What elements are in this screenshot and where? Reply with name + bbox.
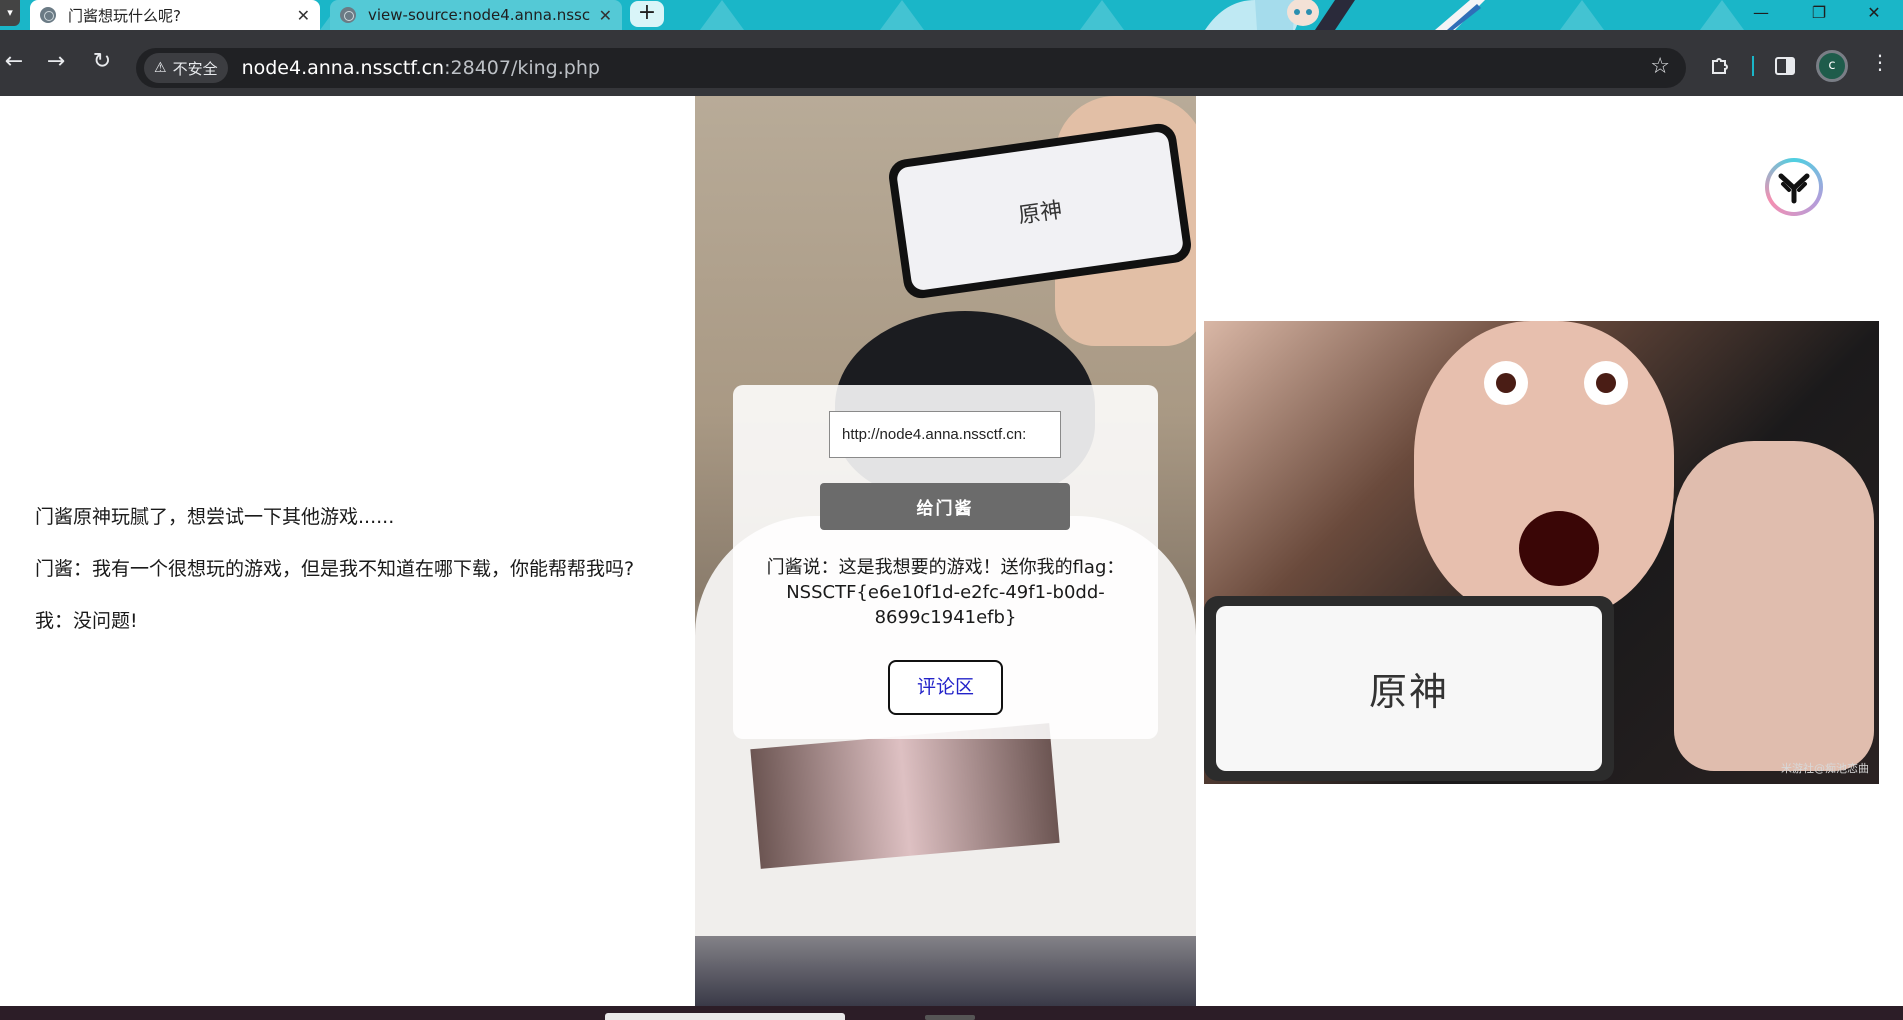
meme-thumb — [1674, 441, 1874, 771]
new-tab-button[interactable]: + — [630, 1, 664, 27]
meme-photo: 原神 米游社@痴池恋曲 — [1204, 321, 1879, 784]
forward-button[interactable]: → — [38, 44, 74, 80]
story-line: 我：没问题! — [35, 610, 138, 632]
tab-close-icon[interactable]: ✕ — [297, 6, 310, 25]
tab-active[interactable]: 门酱想玩什么呢? ✕ — [30, 0, 320, 30]
tab-close-icon[interactable]: ✕ — [599, 6, 612, 25]
meme-phone-logo: 原神 — [1216, 606, 1602, 771]
tab-strip: ▾ 门酱想玩什么呢? ✕ view-source:node4.anna.nssc… — [0, 0, 1903, 30]
taskbar-strip — [0, 1006, 1903, 1020]
game-form-card: 给门酱 门酱说：这是我想要的游戏！送你我的flag：NSSCTF{e6e10f1… — [733, 385, 1158, 739]
logo-mark-icon — [1778, 173, 1810, 204]
side-panel-icon[interactable] — [1774, 55, 1796, 77]
minimize-button[interactable]: — — [1732, 0, 1790, 30]
meme-mouth — [1519, 511, 1599, 586]
page-content: 门酱原神玩腻了，想尝试一下其他游戏...... 门酱：我有一个很想玩的游戏，但是… — [0, 96, 1903, 1006]
warning-icon: ⚠ — [154, 60, 167, 76]
extensions-puzzle-icon[interactable] — [1708, 54, 1732, 78]
tab-view-source[interactable]: view-source:node4.anna.nssc ✕ — [330, 0, 622, 30]
game-url-input[interactable] — [829, 411, 1061, 458]
taskbar-item[interactable] — [925, 1015, 975, 1020]
back-button[interactable]: ← — [0, 44, 32, 80]
tab-search-chevron-icon[interactable]: ▾ — [0, 0, 20, 26]
decor-triangle — [1080, 0, 1124, 30]
comment-section-link[interactable]: 评论区 — [888, 660, 1003, 715]
meme-eye — [1584, 361, 1628, 405]
security-label: 不安全 — [172, 59, 218, 78]
logo-inner — [1769, 162, 1819, 212]
meme-watermark: 米游社@痴池恋曲 — [1781, 762, 1869, 775]
profile-avatar[interactable]: c — [1816, 50, 1848, 82]
site-logo-badge[interactable] — [1765, 158, 1823, 216]
taskbar-item[interactable] — [605, 1013, 845, 1020]
url-host: node4.anna.nssctf.cn — [241, 57, 445, 79]
globe-icon — [340, 7, 356, 23]
give-button[interactable]: 给门酱 — [820, 483, 1070, 530]
tab-title: 门酱想玩什么呢? — [68, 6, 181, 25]
address-bar[interactable]: ⚠ 不安全 node4.anna.nssctf.cn:28407/king.ph… — [136, 48, 1686, 88]
toolbar-divider — [1752, 56, 1754, 76]
flag-result-text: 门酱说：这是我想要的游戏！送你我的flag：NSSCTF{e6e10f1d-e2… — [766, 557, 1125, 628]
meme-phone: 原神 — [1204, 596, 1614, 781]
phone-screen-logo: 原神 — [895, 130, 1185, 292]
meme-eye — [1484, 361, 1528, 405]
story-line: 门酱原神玩腻了，想尝试一下其他游戏...... — [35, 506, 395, 528]
globe-icon — [40, 7, 56, 23]
decor-triangle — [880, 0, 924, 30]
url-text[interactable]: node4.anna.nssctf.cn:28407/king.php — [242, 57, 600, 79]
close-window-button[interactable]: ✕ — [1845, 0, 1903, 30]
url-path: :28407/king.php — [444, 57, 600, 79]
security-chip[interactable]: ⚠ 不安全 — [144, 53, 228, 83]
decor-triangle — [1560, 0, 1604, 30]
story-line: 门酱：我有一个很想玩的游戏，但是我不知道在哪下载，你能帮帮我吗? — [35, 558, 635, 580]
reload-button[interactable]: ↻ — [84, 44, 120, 80]
menu-kebab-icon[interactable]: ⋮ — [1862, 44, 1898, 80]
browser-toolbar: ← → ↻ ⚠ 不安全 node4.anna.nssctf.cn:28407/k… — [0, 30, 1903, 96]
tab-title: view-source:node4.anna.nssc — [368, 6, 591, 24]
decor-triangle — [700, 0, 744, 30]
story-text: 门酱原神玩腻了，想尝试一下其他游戏...... 门酱：我有一个很想玩的游戏，但是… — [35, 506, 695, 662]
bookmark-star-icon[interactable]: ☆ — [1650, 54, 1670, 79]
restore-button[interactable]: ❐ — [1790, 0, 1848, 30]
anime-theme-decoration — [1205, 0, 1485, 30]
